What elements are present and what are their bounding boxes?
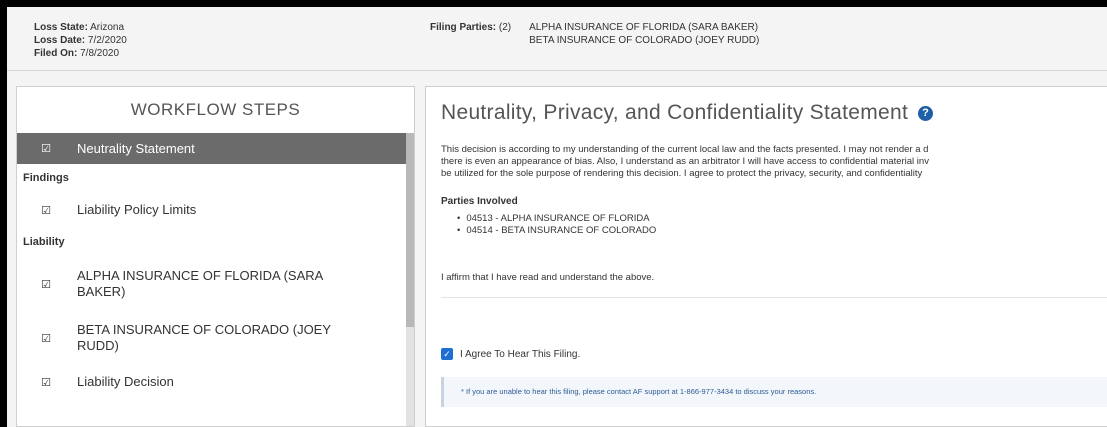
step-label: Liability Policy Limits [77,202,197,217]
check-square-icon: ☑ [41,278,51,291]
loss-state-row: Loss State: Arizona [34,21,127,34]
statement-text: This decision is according to my underst… [441,144,1107,180]
agree-checkbox-row[interactable]: ✓ I Agree To Hear This Filing. [441,348,580,360]
statement-panel: Neutrality, Privacy, and Confidentiality… [425,86,1107,427]
statement-line: there is even an appearance of bias. Als… [441,156,929,167]
section-liability: Liability [23,236,65,248]
step-label: Liability Decision [77,374,174,389]
app-frame: Loss State: Arizona Loss Date: 7/2/2020 … [7,7,1107,427]
step-beta-insurance[interactable]: ☑ BETA INSURANCE OF COLORADO (JOEY RUDD) [17,312,408,364]
filing-parties: Filing Parties: (2) ALPHA INSURANCE OF F… [430,21,759,47]
filing-parties-heading: Filing Parties: (2) [430,21,511,47]
check-square-icon: ☑ [41,332,51,345]
loss-date-label: Loss Date: [34,35,86,46]
check-square-icon: ☑ [41,204,51,217]
loss-state-value: Arizona [90,22,125,33]
agree-checkbox[interactable]: ✓ [441,348,453,360]
filing-party: BETA INSURANCE OF COLORADO (JOEY RUDD) [529,35,760,46]
filing-parties-count: (2) [498,22,512,33]
step-label: ALPHA INSURANCE OF FLORIDA (SARA BAKER) [77,268,323,299]
workflow-sidebar: WORKFLOW STEPS ☑ Neutrality Statement Fi… [16,86,415,427]
parties-list: 04513 - ALPHA INSURANCE OF FLORIDA 04514… [457,213,656,237]
check-square-icon: ☑ [41,143,51,155]
loss-state-label: Loss State: [34,22,88,33]
filing-parties-list: ALPHA INSURANCE OF FLORIDA (SARA BAKER) … [529,21,759,47]
check-square-icon: ☑ [41,376,51,389]
loss-details: Loss State: Arizona Loss Date: 7/2/2020 … [34,21,127,60]
divider [441,297,1107,298]
step-alpha-insurance[interactable]: ☑ ALPHA INSURANCE OF FLORIDA (SARA BAKER… [17,256,408,312]
step-neutrality-statement[interactable]: ☑ Neutrality Statement [17,133,408,164]
list-item: 04514 - BETA INSURANCE OF COLORADO [457,225,656,237]
filing-party: ALPHA INSURANCE OF FLORIDA (SARA BAKER) [529,22,759,33]
sidebar-title: WORKFLOW STEPS [130,100,301,119]
affirm-text: I affirm that I have read and understand… [441,272,655,283]
step-liability-policy-limits[interactable]: ☑ Liability Policy Limits [17,192,408,228]
list-item: 04513 - ALPHA INSURANCE OF FLORIDA [457,213,656,225]
filing-parties-label: Filing Parties: [430,22,497,33]
filed-on-value: 7/8/2020 [80,48,120,59]
statement-line: This decision is according to my underst… [441,144,929,155]
page-title-text: Neutrality, Privacy, and Confidentiality… [441,101,909,124]
loss-date-value: 7/2/2020 [87,35,127,46]
loss-date-row: Loss Date: 7/2/2020 [34,34,127,47]
filed-on-row: Filed On: 7/8/2020 [34,47,127,60]
scrollbar-thumb[interactable] [406,133,414,327]
sidebar-scrollbar[interactable] [406,133,414,426]
step-label: Neutrality Statement [77,140,195,156]
section-findings: Findings [23,172,69,184]
statement-line: be utilized for the sole purpose of rend… [441,168,923,179]
filing-info-bar: Loss State: Arizona Loss Date: 7/2/2020 … [7,7,1107,71]
page-title: Neutrality, Privacy, and Confidentiality… [441,101,934,125]
support-note: * If you are unable to hear this filing,… [441,377,1107,407]
question-circle-icon[interactable]: ? [918,106,934,121]
step-liability-decision[interactable]: ☑ Liability Decision [17,364,408,400]
agree-label[interactable]: I Agree To Hear This Filing. [460,349,580,360]
parties-heading: Parties Involved [441,196,518,207]
step-label: BETA INSURANCE OF COLORADO (JOEY RUDD) [77,322,331,353]
workflow-steps-list: ☑ Neutrality Statement Findings ☑ Liabil… [17,133,408,400]
filed-on-label: Filed On: [34,48,78,59]
